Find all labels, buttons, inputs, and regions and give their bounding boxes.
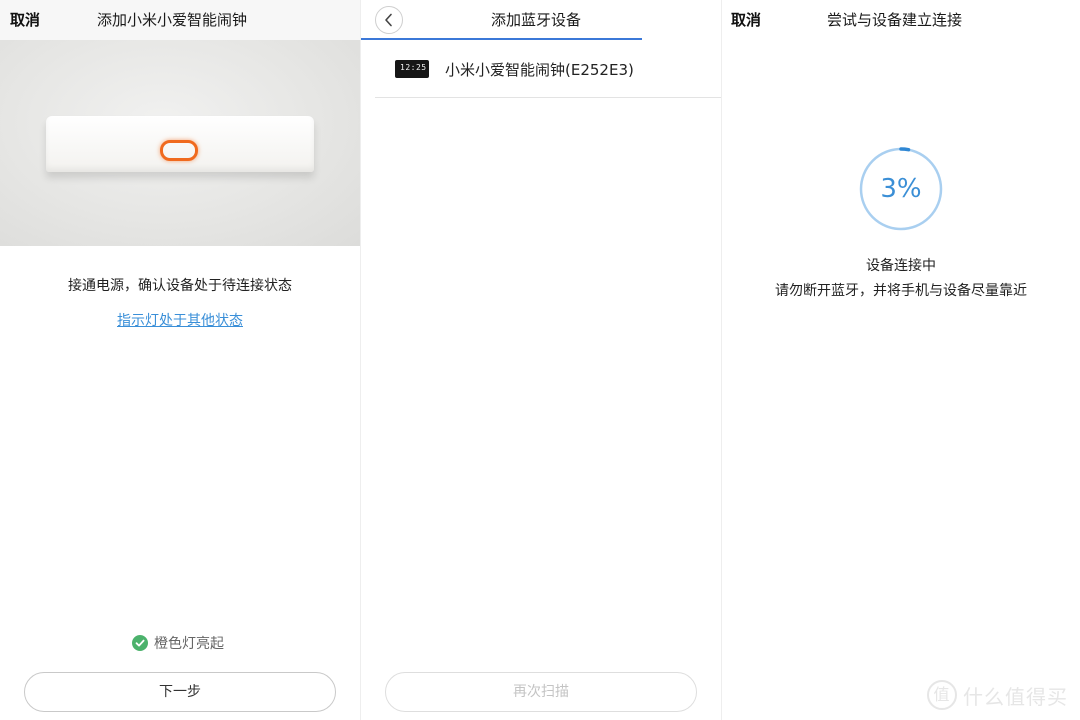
device-list-item[interactable]: 12:25 小米小爱智能闹钟(E252E3): [375, 42, 721, 98]
confirm-label: 橙色灯亮起: [154, 636, 224, 652]
orange-indicator-light: [160, 140, 198, 161]
connection-progress-ring: 3%: [858, 146, 944, 232]
chevron-left-icon: [385, 13, 392, 27]
device-photo: [0, 40, 360, 246]
watermark-text: 什么值得买: [963, 684, 1068, 709]
add-device-panel: 取消 添加小米小爱智能闹钟 接通电源，确认设备处于待连接状态 指示灯处于其他状态…: [0, 0, 360, 720]
alarm-clock-icon: 12:25: [395, 60, 429, 78]
header-bar: 添加蓝牙设备: [361, 0, 721, 40]
rescan-button[interactable]: 再次扫描: [385, 672, 697, 712]
cancel-button[interactable]: 取消: [10, 9, 40, 30]
indicator-help-link[interactable]: 指示灯处于其他状态: [0, 310, 360, 330]
progress-percentage: 3%: [880, 174, 922, 204]
connection-hint: 请勿断开蓝牙，并将手机与设备尽量靠近: [775, 283, 1027, 299]
cancel-button[interactable]: 取消: [731, 9, 761, 30]
clock-display-text: 12:25: [400, 63, 427, 72]
watermark: 值 什么值得买: [927, 680, 1068, 710]
page-title: 添加蓝牙设备: [491, 11, 582, 29]
header-bar: 取消 添加小米小爱智能闹钟: [0, 0, 360, 40]
check-circle-icon: [132, 635, 148, 651]
bluetooth-scan-panel: 添加蓝牙设备 12:25 小米小爱智能闹钟(E252E3) 再次扫描: [361, 0, 721, 720]
orange-light-confirm[interactable]: 橙色灯亮起: [132, 634, 224, 652]
connecting-panel: 取消 尝试与设备建立连接 3% 设备连接中 请勿断开蓝牙，并将手机与设备尽量靠近…: [722, 0, 1080, 720]
page-title: 添加小米小爱智能闹钟: [97, 11, 248, 29]
device-name: 小米小爱智能闹钟(E252E3): [445, 61, 634, 79]
watermark-logo-icon: 值: [927, 680, 957, 710]
header-bar: 取消 尝试与设备建立连接: [722, 0, 1080, 40]
scan-progress-bar: [361, 38, 642, 40]
setup-instruction: 接通电源，确认设备处于待连接状态: [68, 278, 292, 294]
page-title: 尝试与设备建立连接: [827, 11, 963, 29]
back-button[interactable]: [375, 6, 403, 34]
connection-status: 设备连接中: [866, 258, 936, 274]
next-step-button[interactable]: 下一步: [24, 672, 336, 712]
